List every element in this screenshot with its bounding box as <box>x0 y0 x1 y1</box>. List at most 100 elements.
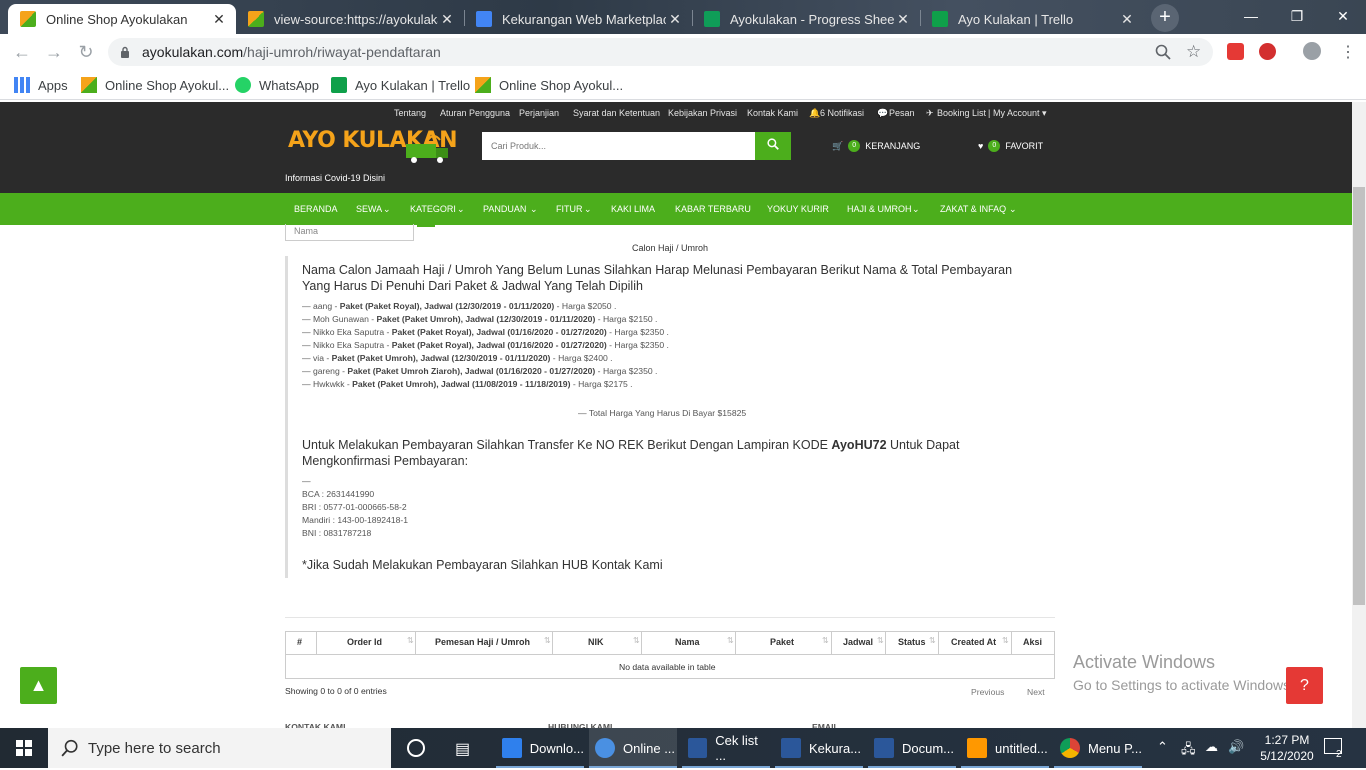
taskbar-app-downloads[interactable]: Downlo... <box>496 728 584 768</box>
nav-kabar-terbaru[interactable]: KABAR TERBARU <box>675 204 751 214</box>
toplink-pesan[interactable]: Pesan <box>889 108 915 118</box>
col-aksi[interactable]: Aksi <box>1023 637 1042 647</box>
taskbar-app-chrome-2[interactable]: Menu P... <box>1054 728 1142 768</box>
onedrive-icon[interactable]: ☁ <box>1205 739 1218 755</box>
toplink-kontak[interactable]: Kontak Kami <box>747 108 798 118</box>
nav-panduan[interactable]: PANDUAN <box>483 204 526 214</box>
cart-link[interactable]: 🛒 0 KERANJANG <box>832 140 920 152</box>
nav-haji-umroh[interactable]: HAJI & UMROH <box>847 204 912 214</box>
col-index[interactable]: # <box>297 637 302 647</box>
menu-kebab-icon[interactable]: ⋮ <box>1340 42 1356 62</box>
window-close-icon[interactable]: ✕ <box>1328 4 1358 28</box>
col-order-id[interactable]: Order Id <box>347 637 382 647</box>
apps-grid-icon <box>14 77 30 93</box>
taskbar-app-chrome[interactable]: Online ... <box>589 728 677 768</box>
reload-icon[interactable]: ↻ <box>76 42 96 62</box>
toplink-booking[interactable]: Booking List <box>937 108 986 118</box>
tab-trello[interactable]: Ayo Kulakan | Trello ✕ <box>920 4 1144 34</box>
url-text[interactable]: ayokulakan.com/haji-umroh/riwayat-pendaf… <box>142 44 441 60</box>
minimize-icon[interactable]: — <box>1236 4 1266 28</box>
col-jadwal[interactable]: Jadwal <box>843 637 873 647</box>
search-icon <box>767 138 779 150</box>
col-nama[interactable]: Nama <box>675 637 700 647</box>
col-pemesan[interactable]: Pemesan Haji / Umroh <box>435 637 530 647</box>
sort-icon[interactable]: ⇅ <box>633 636 640 645</box>
nama-filter-input[interactable]: Nama <box>285 224 414 241</box>
nav-kategori[interactable]: KATEGORI <box>410 204 456 214</box>
close-icon[interactable]: ✕ <box>210 11 228 28</box>
profile-avatar-icon[interactable] <box>1303 42 1321 60</box>
sort-icon[interactable]: ⇅ <box>822 636 829 645</box>
nav-sewa[interactable]: SEWA <box>356 204 382 214</box>
restore-icon[interactable]: ❐ <box>1282 4 1312 28</box>
adblock-icon[interactable] <box>1259 43 1276 60</box>
search-input[interactable]: Cari Produk... <box>482 132 755 160</box>
nav-fitur[interactable]: FITUR <box>556 204 583 214</box>
taskbar-app-word-2[interactable]: Kekura... <box>775 728 863 768</box>
toplink-my-account[interactable]: My Account <box>993 108 1040 118</box>
task-view-icon[interactable]: ▤ <box>455 739 470 759</box>
taskbar-clock[interactable]: 1:27 PM 5/12/2020 <box>1257 732 1317 764</box>
forward-arrow-icon[interactable]: → <box>44 42 64 62</box>
bookmark-apps[interactable]: Apps <box>14 77 68 93</box>
back-arrow-icon[interactable]: ← <box>12 42 32 62</box>
bookmark-online-shop-1[interactable]: Online Shop Ayokul... <box>81 77 229 93</box>
col-nik[interactable]: NIK <box>588 637 604 647</box>
help-button[interactable]: ? <box>1286 667 1323 704</box>
contact-note: *Jika Sudah Melakukan Pembayaran Silahka… <box>302 558 663 572</box>
toplink-notifikasi[interactable]: 6 Notifikasi <box>820 108 864 118</box>
tray-chevron-up-icon[interactable]: ⌃ <box>1157 739 1168 755</box>
close-icon[interactable]: ✕ <box>894 11 912 28</box>
close-icon[interactable]: ✕ <box>666 11 684 28</box>
lock-icon[interactable] <box>120 45 130 58</box>
tab-progress-sheet[interactable]: Ayokulakan - Progress Sheet ✕ <box>692 4 920 34</box>
covid-info-link[interactable]: Informasi Covid-19 Disini <box>285 173 385 183</box>
bookmark-online-shop-2[interactable]: Online Shop Ayokul... <box>475 77 623 93</box>
col-divider <box>938 632 939 654</box>
network-icon[interactable]: 🖧 <box>1181 740 1196 762</box>
tab-kekurangan[interactable]: Kekurangan Web Marketplace ✕ <box>464 4 692 34</box>
nav-yokuy-kurir[interactable]: YOKUY KURIR <box>767 204 829 214</box>
bookmark-whatsapp[interactable]: WhatsApp <box>235 77 319 93</box>
taskbar-app-sublime[interactable]: untitled... <box>961 728 1049 768</box>
toplink-aturan[interactable]: Aturan Pengguna <box>440 108 510 118</box>
word-icon <box>781 738 801 758</box>
zoom-icon[interactable] <box>1155 44 1171 65</box>
taskbar-app-word-1[interactable]: Cek list ... <box>682 728 770 768</box>
new-tab-button[interactable]: + <box>1151 4 1179 32</box>
nav-kaki-lima[interactable]: KAKI LIMA <box>611 204 655 214</box>
sort-icon[interactable]: ⇅ <box>727 636 734 645</box>
pagination-next[interactable]: Next <box>1027 687 1045 697</box>
nav-zakat-infaq[interactable]: ZAKAT & INFAQ <box>940 204 1006 214</box>
sort-icon[interactable]: ⇅ <box>1002 636 1009 645</box>
scrollbar-thumb[interactable] <box>1353 187 1365 605</box>
col-created-at[interactable]: Created At <box>951 637 996 647</box>
windows-start-icon[interactable] <box>0 728 48 768</box>
tab-online-shop[interactable]: Online Shop Ayokulakan ✕ <box>8 4 236 34</box>
toplink-tentang[interactable]: Tentang <box>394 108 426 118</box>
pagination-previous[interactable]: Previous <box>971 687 1004 697</box>
nav-beranda[interactable]: BERANDA <box>294 204 338 214</box>
toplink-perjanjian[interactable]: Perjanjian <box>519 108 559 118</box>
volume-icon[interactable]: 🔊 <box>1228 739 1244 755</box>
star-bookmark-icon[interactable]: ☆ <box>1186 42 1201 62</box>
close-icon[interactable]: ✕ <box>1118 11 1136 28</box>
cart-icon: 🛒 <box>832 140 844 151</box>
scroll-to-top-button[interactable]: ▲ <box>20 667 57 704</box>
toplink-kebijakan[interactable]: Kebijakan Privasi <box>668 108 737 118</box>
close-icon[interactable]: ✕ <box>438 11 456 28</box>
sort-icon[interactable]: ⇅ <box>877 636 884 645</box>
taskbar-app-word-3[interactable]: Docum... <box>868 728 956 768</box>
search-button[interactable] <box>755 132 791 160</box>
col-paket[interactable]: Paket <box>770 637 794 647</box>
toplink-syarat[interactable]: Syarat dan Ketentuan <box>573 108 660 118</box>
col-status[interactable]: Status <box>898 637 926 647</box>
cortana-icon[interactable] <box>407 739 425 757</box>
extension-icon[interactable] <box>1227 43 1244 60</box>
favorite-link[interactable]: ♥ 0 FAVORIT <box>978 140 1043 152</box>
sort-icon[interactable]: ⇅ <box>407 636 414 645</box>
bookmark-trello[interactable]: Ayo Kulakan | Trello <box>331 77 470 93</box>
sort-icon[interactable]: ⇅ <box>544 636 551 645</box>
sort-icon[interactable]: ⇅ <box>929 636 936 645</box>
tab-view-source[interactable]: view-source:https://ayokulakan ✕ <box>236 4 464 34</box>
